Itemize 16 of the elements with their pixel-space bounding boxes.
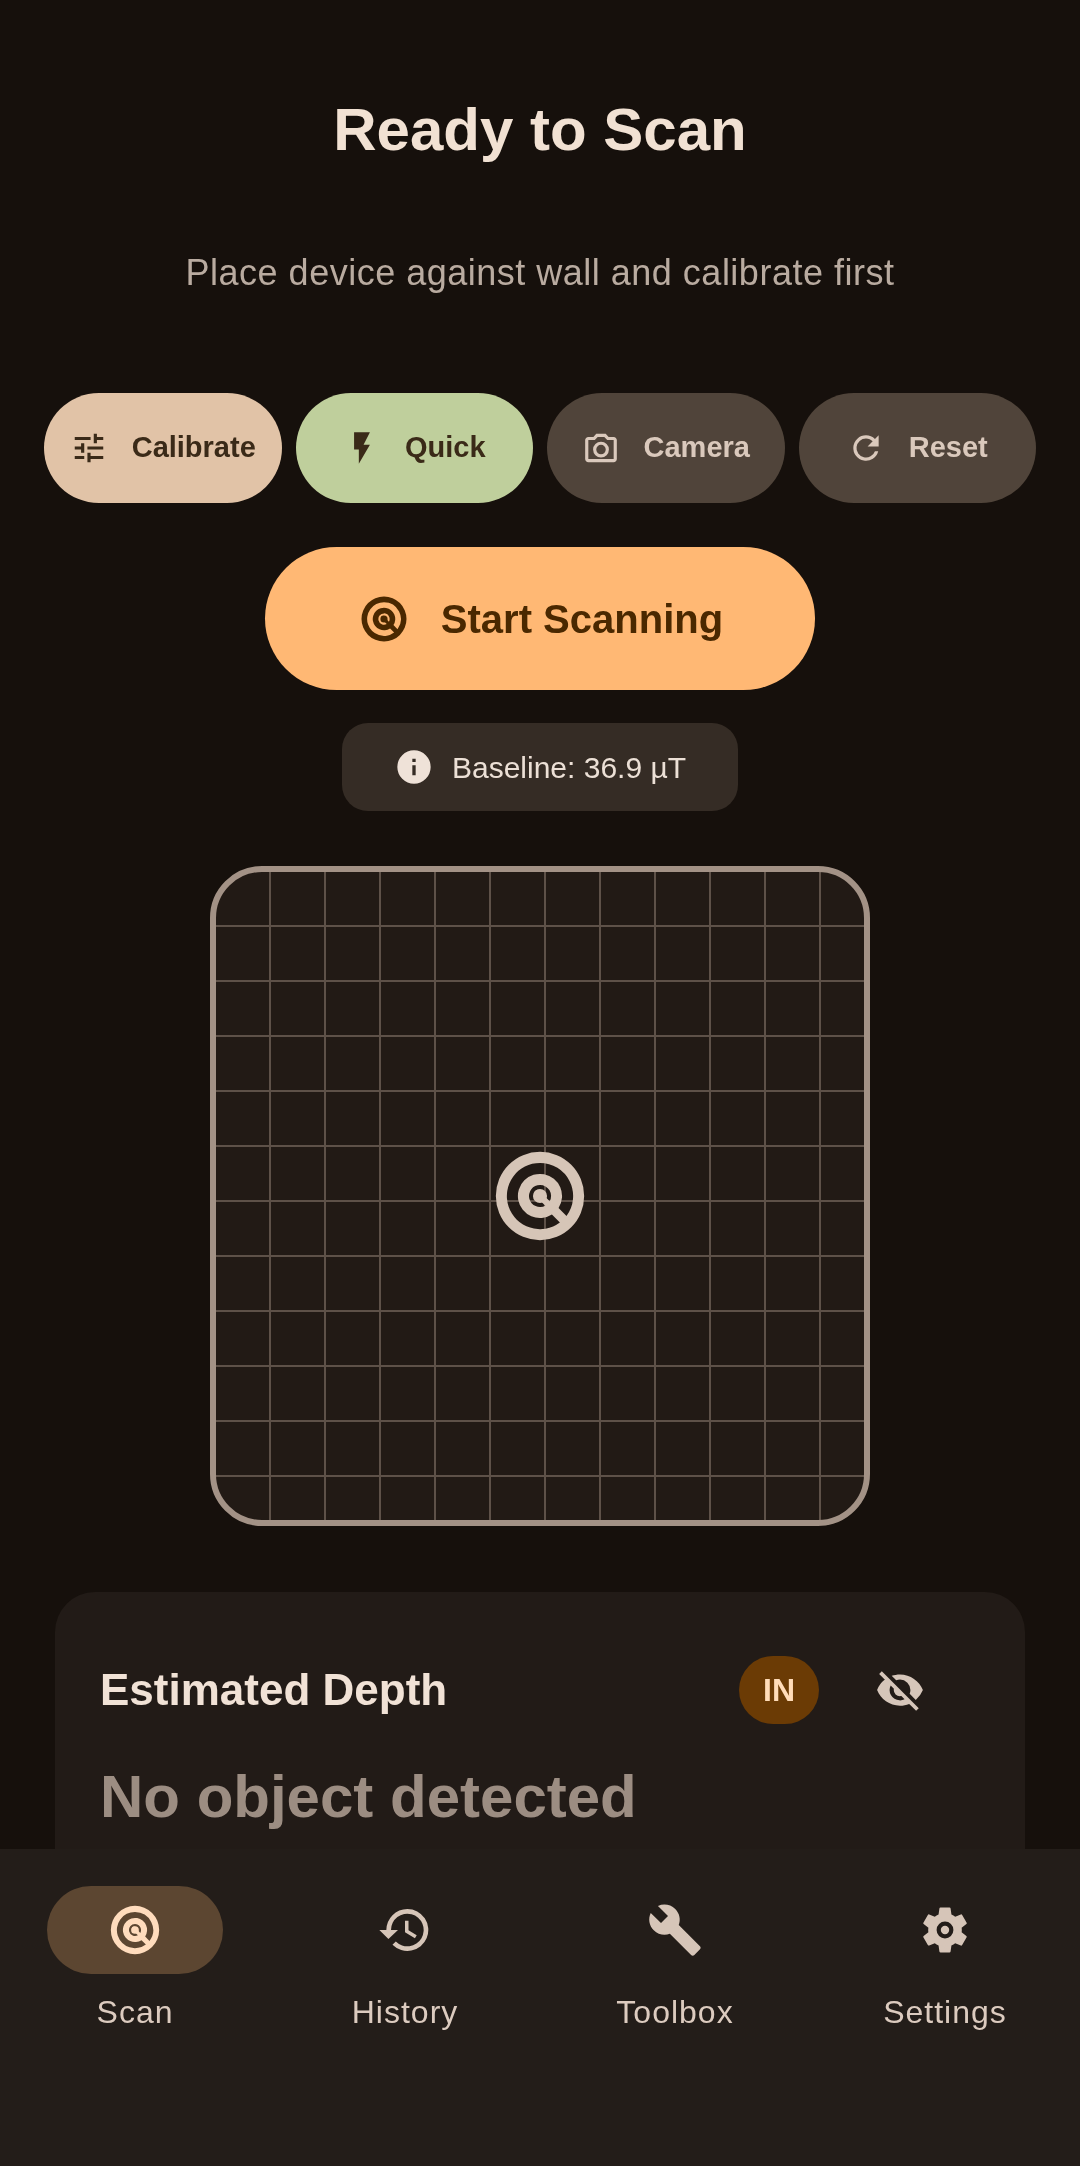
nav-item[interactable]: Settings <box>810 1886 1080 2166</box>
card-title: Estimated Depth <box>100 1664 448 1716</box>
nav-item[interactable]: Toolbox <box>540 1886 810 2166</box>
unit-badge[interactable]: IN <box>739 1656 819 1724</box>
screen-title: Ready to Scan <box>332 100 748 160</box>
nav-item[interactable]: Scan <box>0 1886 270 2166</box>
action-button[interactable]: Reset <box>798 393 1036 503</box>
start-scanning-button[interactable]: Start Scanning <box>265 547 815 690</box>
wrench-icon <box>647 1902 703 1958</box>
action-button[interactable]: Camera <box>547 393 785 503</box>
depth-status-text: No object detected <box>100 1764 638 1830</box>
instruction-text: Place device against wall and calibrate first <box>184 251 896 295</box>
action-button[interactable]: Calibrate <box>44 393 282 503</box>
nav-item[interactable]: History <box>270 1886 540 2166</box>
action-button[interactable]: Quick <box>295 393 533 503</box>
baseline-text: Baseline: 36.9 µT <box>451 749 687 786</box>
